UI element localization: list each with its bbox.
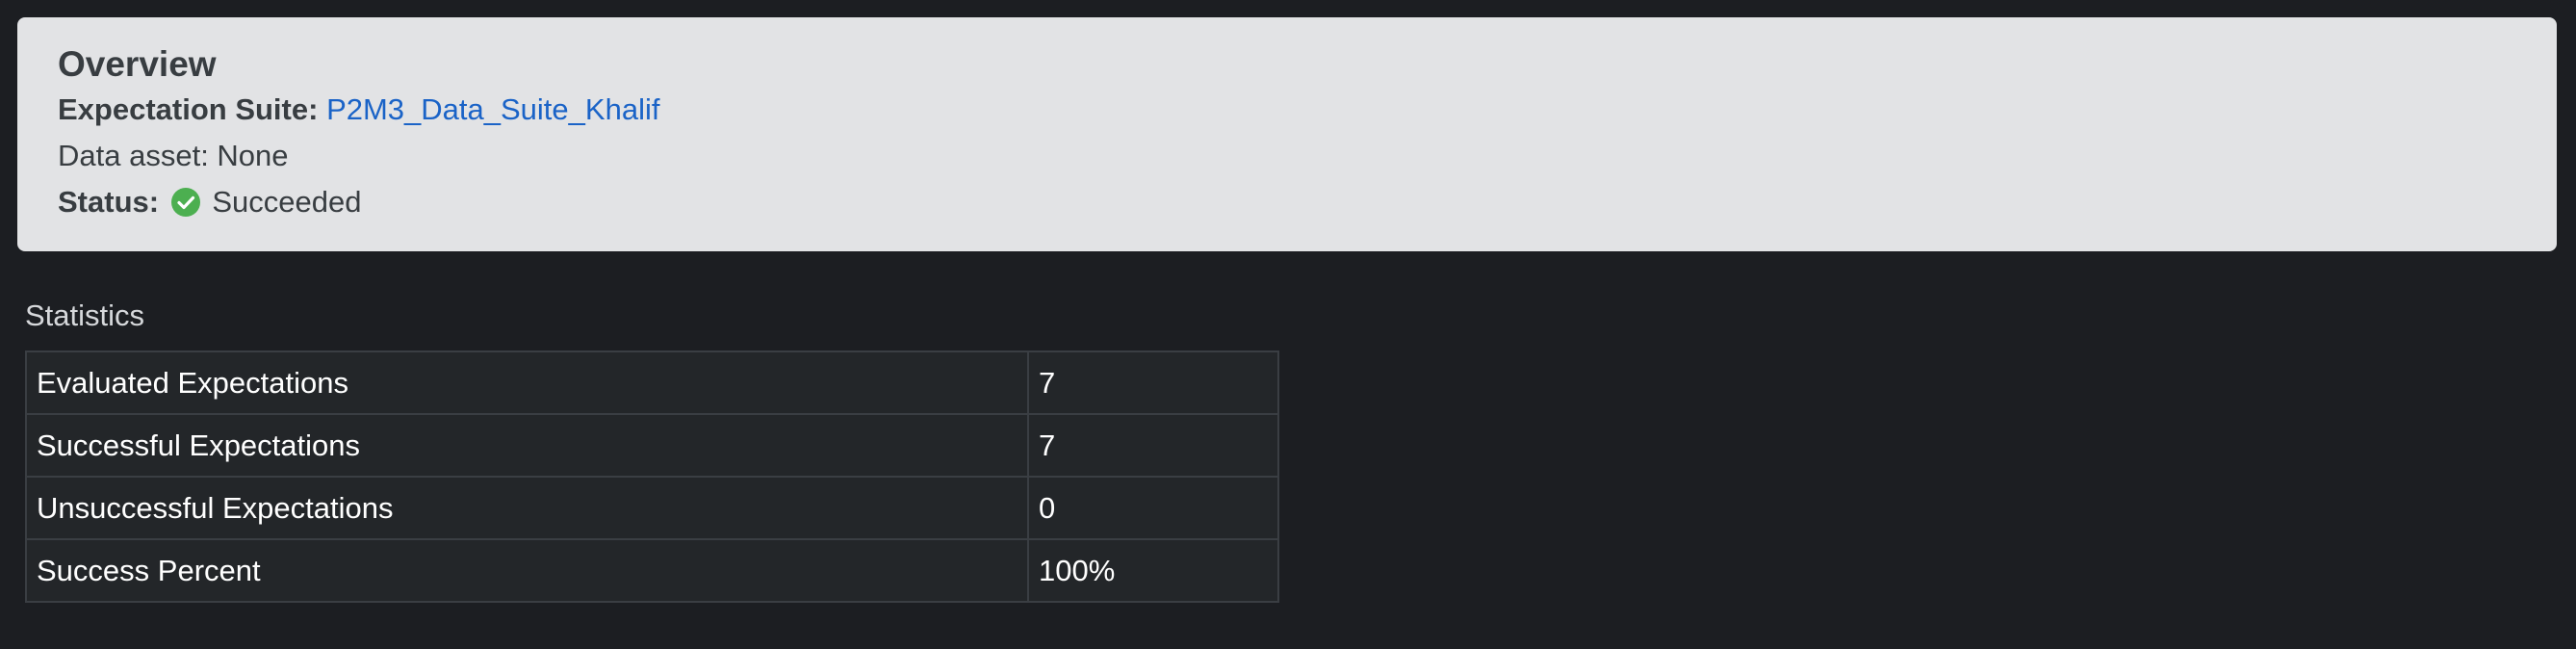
table-row: Unsuccessful Expectations 0 [25,476,1279,540]
overview-card: Overview Expectation Suite: P2M3_Data_Su… [17,17,2557,251]
stat-label: Successful Expectations [25,413,1029,478]
expectation-suite-link[interactable]: P2M3_Data_Suite_Khalif [326,92,659,126]
check-circle-icon [170,184,200,217]
expectation-suite-label: Expectation Suite: [58,92,319,126]
table-row: Success Percent 100% [25,538,1279,603]
stat-value: 7 [1027,413,1279,478]
stat-value: 0 [1027,476,1279,540]
expectation-suite-line: Expectation Suite: P2M3_Data_Suite_Khali… [58,87,2516,133]
stat-label: Unsuccessful Expectations [25,476,1029,540]
statistics-table: Evaluated Expectations 7 Successful Expe… [25,350,1279,603]
table-row: Evaluated Expectations 7 [25,350,1279,415]
statistics-title: Statistics [25,299,145,332]
status-label: Status: [58,185,160,219]
stat-label: Success Percent [25,538,1029,603]
validation-results-page: Overview Expectation Suite: P2M3_Data_Su… [0,0,2576,649]
stat-value: 7 [1027,350,1279,415]
overview-title: Overview [58,44,217,84]
stat-value: 100% [1027,538,1279,603]
status-value: Succeeded [212,185,362,219]
status-line: Status: Succeeded [58,179,2516,225]
stat-label: Evaluated Expectations [25,350,1029,415]
table-row: Successful Expectations 7 [25,413,1279,478]
data-asset-line: Data asset: None [58,139,289,172]
